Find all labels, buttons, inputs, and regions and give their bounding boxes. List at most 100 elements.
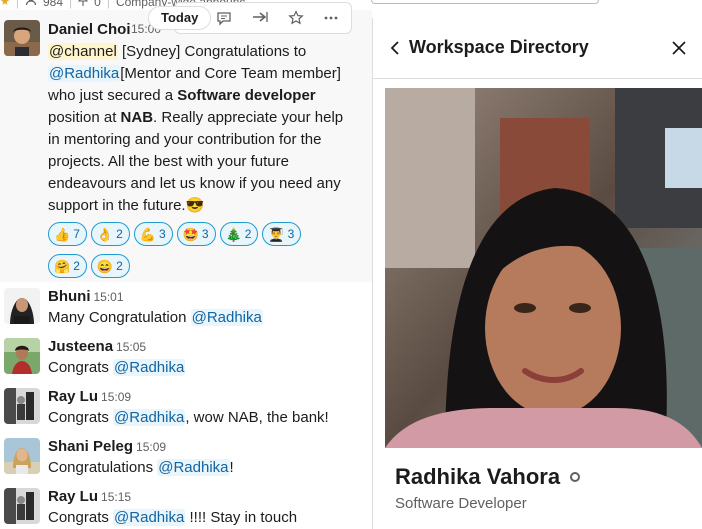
reaction-bar: 👍 7 👌 2 💪 3 🤩 3 🎄 2 👨‍🎓 3 🤗 2 😄 2 <box>48 222 348 278</box>
reaction-pill[interactable]: 👌 2 <box>90 222 130 246</box>
message-text: position at <box>48 109 121 126</box>
message-timestamp[interactable]: 15:05 <box>116 340 146 354</box>
message-timestamp[interactable]: 15:09 <box>136 440 166 454</box>
profile-name-text: Radhika Vahora <box>395 464 561 489</box>
reaction-emoji: 👍 <box>54 226 71 242</box>
message-author[interactable]: Ray Lu <box>48 488 98 505</box>
message: Ray Lu 15:15 Congrats @Radhika !!!! Stay … <box>48 487 364 529</box>
reaction-pill[interactable]: 😄 2 <box>90 254 130 278</box>
pin-icon[interactable] <box>77 0 89 9</box>
more-actions-icon[interactable] <box>317 5 345 31</box>
pinned-count[interactable]: 0 <box>94 0 101 9</box>
back-button[interactable] <box>385 36 405 60</box>
reaction-count: 2 <box>73 259 80 273</box>
avatar[interactable] <box>4 438 40 474</box>
avatar[interactable] <box>4 20 40 56</box>
message-text: projects. All the best with your future <box>48 153 289 170</box>
message-timestamp[interactable]: 15:01 <box>94 290 124 304</box>
panel-title: Workspace Directory <box>409 37 589 57</box>
message-author[interactable]: Justeena <box>48 338 113 355</box>
chevron-left-icon <box>390 41 399 55</box>
reaction-pill[interactable]: 👍 7 <box>48 222 87 246</box>
user-mention[interactable]: @Radhika <box>190 309 263 326</box>
reaction-pill[interactable]: 🤩 3 <box>176 222 216 246</box>
profile-photo[interactable] <box>385 88 702 448</box>
user-mention[interactable]: @Radhika <box>113 509 186 526</box>
message-text: . Really appreciate your help <box>153 109 344 126</box>
message-text: support in the future. <box>48 197 186 214</box>
reaction-count: 2 <box>116 227 123 241</box>
reaction-count: 3 <box>287 227 295 241</box>
reaction-pill[interactable]: 🤗 2 <box>48 254 87 278</box>
message: Bhuni 15:01 Many Congratulation @Radhika <box>48 287 364 329</box>
user-mention[interactable]: @Radhika <box>48 65 121 82</box>
reaction-emoji: 😄 <box>96 258 114 274</box>
message: Ray Lu 15:09 Congrats @Radhika, wow NAB, … <box>48 387 364 429</box>
message-text: who just secured a <box>48 87 178 104</box>
members-icon[interactable] <box>25 0 37 9</box>
reaction-pill[interactable]: 💪 3 <box>133 222 173 246</box>
message: Shani Peleg 15:09 Congratulations @Radhik… <box>48 437 364 479</box>
workspace-directory-panel: Workspace Directory Radhika Vahora Softw… <box>372 18 702 529</box>
message-text: Congrats <box>48 409 114 426</box>
profile-name: Radhika Vahora <box>395 464 581 490</box>
divider: | <box>106 0 110 9</box>
panel-header: Workspace Directory <box>373 18 702 79</box>
reaction-pill[interactable]: 👨‍🎓 3 <box>262 222 302 246</box>
message-text: Congratulations to <box>180 43 307 60</box>
message: Justeena 15:05 Congrats @Radhika <box>48 337 364 379</box>
reaction-count: 3 <box>158 227 166 241</box>
reaction-pill[interactable]: 🎄 2 <box>219 222 259 246</box>
company-bold: NAB <box>120 109 154 126</box>
reaction-emoji: 👌 <box>96 226 114 242</box>
message-text: !!!! Stay in touch <box>185 509 298 526</box>
avatar[interactable] <box>4 388 40 424</box>
message-text: in mentoring and your contribution for t… <box>48 131 322 148</box>
reaction-count: 2 <box>244 227 252 241</box>
message-text: Many Congratulation <box>48 309 191 326</box>
message-author[interactable]: Bhuni <box>48 288 91 305</box>
share-icon[interactable] <box>246 5 274 31</box>
user-mention[interactable]: @Radhika <box>113 409 186 426</box>
role-bold: Software developer <box>177 87 316 104</box>
reaction-emoji: 👨‍🎓 <box>268 226 285 242</box>
user-mention[interactable]: @Radhika <box>157 459 230 476</box>
divider: | <box>69 0 73 9</box>
reaction-emoji: 🤗 <box>54 258 71 274</box>
avatar[interactable] <box>4 338 40 374</box>
close-icon <box>672 41 686 55</box>
message-list: ★ | 984 | 0 | Company-wide announc Today <box>0 0 372 529</box>
message-author[interactable]: Shani Peleg <box>48 438 133 455</box>
avatar[interactable] <box>4 488 40 524</box>
message-text: Congrats <box>48 359 114 376</box>
message-text: Congratulations <box>48 459 158 476</box>
avatar[interactable] <box>4 288 40 324</box>
message-timestamp[interactable]: 15:15 <box>101 490 131 504</box>
profile-title: Software Developer <box>395 495 527 512</box>
reaction-emoji: 🎄 <box>225 226 242 242</box>
message-text: , wow NAB, the bank! <box>185 409 329 426</box>
close-button[interactable] <box>667 36 691 60</box>
message-text: endeavours and let us know if you need a… <box>48 175 341 192</box>
star-icon[interactable] <box>282 5 310 31</box>
message-author[interactable]: Daniel Choi <box>48 21 131 38</box>
reaction-count: 3 <box>201 227 209 241</box>
location-tag: [Sydney] <box>121 43 181 60</box>
message-text: Congrats <box>48 509 114 526</box>
divider: | <box>15 0 19 9</box>
user-mention[interactable]: @Radhika <box>113 359 186 376</box>
message-author[interactable]: Ray Lu <box>48 388 98 405</box>
role-tag: [Mentor and Core Team member] <box>120 65 341 82</box>
channel-mention[interactable]: @channel <box>48 43 118 60</box>
star-icon[interactable]: ★ <box>0 0 10 8</box>
sunglasses-emoji: 😎 <box>185 197 205 214</box>
search-bar[interactable] <box>371 0 599 4</box>
presence-away-icon <box>570 472 581 482</box>
reaction-count: 2 <box>116 259 123 273</box>
message-body: @channel [Sydney] Congratulations to @Ra… <box>48 41 364 217</box>
message-text: ! <box>229 459 234 476</box>
message-timestamp[interactable]: 15:09 <box>101 390 131 404</box>
member-count[interactable]: 984 <box>43 0 63 9</box>
reply-thread-icon[interactable] <box>211 5 239 31</box>
date-divider[interactable]: Today <box>148 6 212 30</box>
